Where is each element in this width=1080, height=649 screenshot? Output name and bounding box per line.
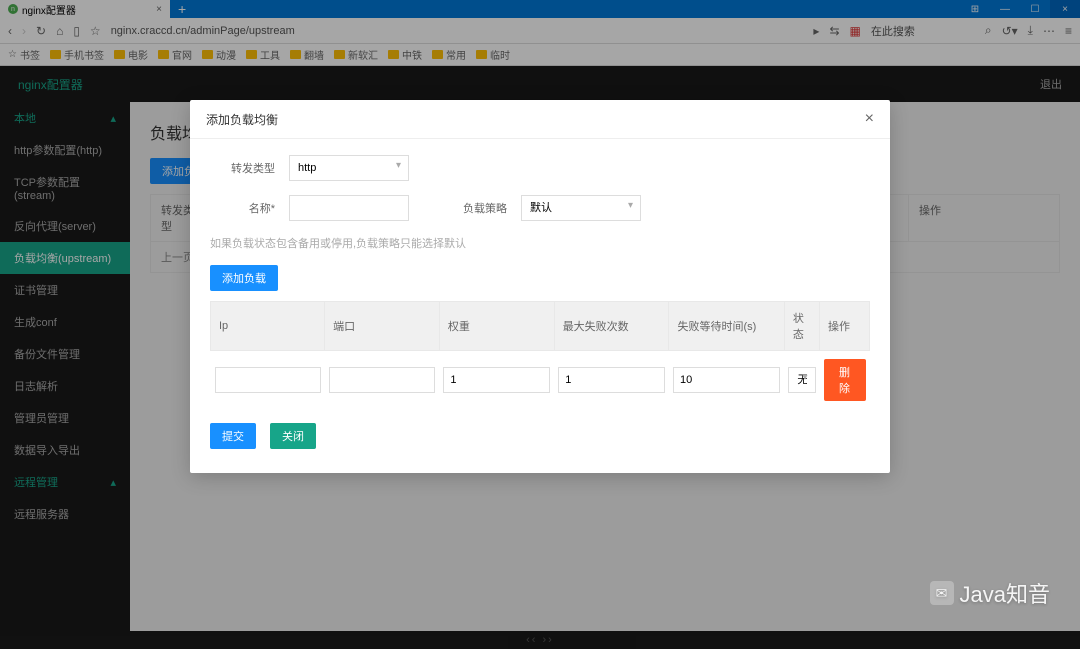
col-port: 端口	[325, 302, 440, 351]
add-load-button[interactable]: 添加负载	[210, 265, 278, 291]
modal-add-upstream: 添加负载均衡 × 转发类型 http 名称* 负载策略 默认 如果负载状态包含备…	[190, 100, 890, 473]
col-wait: 失败等待时间(s)	[669, 302, 784, 351]
weight-input[interactable]	[443, 367, 550, 393]
modal-close-button[interactable]: ×	[865, 110, 874, 128]
col-status: 状态	[784, 302, 819, 351]
wait-input[interactable]	[673, 367, 780, 393]
maxfail-input[interactable]	[558, 367, 665, 393]
type-label: 转发类型	[210, 160, 275, 176]
col-ip: Ip	[211, 302, 325, 351]
submit-button[interactable]: 提交	[210, 423, 256, 449]
col-weight: 权重	[439, 302, 554, 351]
policy-label: 负载策略	[463, 200, 507, 216]
name-label: 名称*	[210, 200, 275, 216]
wechat-icon: ✉	[930, 581, 954, 605]
watermark: ✉ Java知音	[930, 577, 1050, 609]
modal-overlay: 添加负载均衡 × 转发类型 http 名称* 负载策略 默认 如果负载状态包含备…	[0, 0, 1080, 649]
status-select[interactable]: 无	[788, 367, 815, 393]
name-input[interactable]	[289, 195, 409, 221]
modal-header: 添加负载均衡 ×	[190, 100, 890, 139]
load-table: Ip 端口 权重 最大失败次数 失败等待时间(s) 状态 操作 无 删除	[210, 301, 870, 409]
policy-hint: 如果负载状态包含备用或停用,负载策略只能选择默认	[210, 235, 466, 251]
table-row: 无 删除	[211, 351, 870, 410]
modal-body: 转发类型 http 名称* 负载策略 默认 如果负载状态包含备用或停用,负载策略…	[190, 139, 890, 473]
type-select[interactable]: http	[289, 155, 409, 181]
close-button[interactable]: 关闭	[270, 423, 316, 449]
col-op: 操作	[820, 302, 870, 351]
modal-title: 添加负载均衡	[206, 111, 278, 128]
ip-input[interactable]	[215, 367, 321, 393]
policy-select[interactable]: 默认	[521, 195, 641, 221]
col-maxfail: 最大失败次数	[554, 302, 669, 351]
delete-row-button[interactable]: 删除	[824, 359, 866, 401]
port-input[interactable]	[329, 367, 436, 393]
